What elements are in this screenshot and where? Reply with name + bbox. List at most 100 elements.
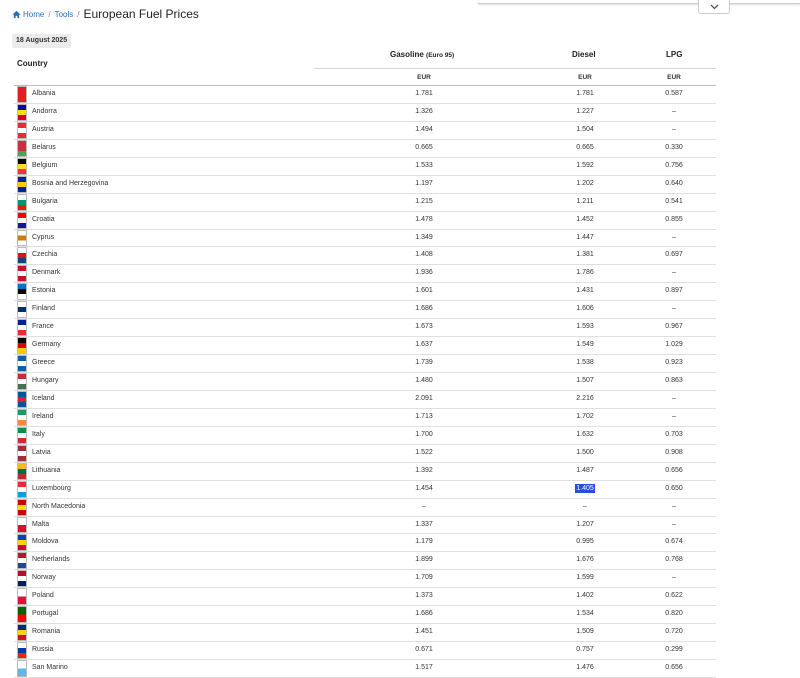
diesel-price-value: 1.431 [576,287,594,295]
country-name: Belgium [32,161,58,169]
lpg-price-cell: – [644,122,704,139]
diesel-price-value: 1.504 [576,125,594,133]
lpg-price-value: 0.923 [665,359,683,367]
diesel-price-value: 1.592 [576,161,594,169]
table-row: Czechia 1.408 1.381 0.697 [14,247,716,266]
czechia-flag-icon [17,247,27,265]
gasoline-price-cell: 1.478 [394,212,454,229]
breadcrumb-home-link[interactable]: Home [23,10,44,19]
diesel-price-cell: 1.534 [555,606,615,623]
lpg-price-cell: 0.967 [644,319,704,336]
country-name: Denmark [32,269,61,277]
gasoline-price-cell: 1.686 [394,606,454,623]
germany-flag-icon [17,337,27,355]
gasoline-price-cell: 1.673 [394,319,454,336]
diesel-price-value: 1.676 [576,556,594,564]
gasoline-price-value: 1.781 [415,90,433,97]
lpg-price-value: 0.697 [665,251,683,259]
bosnia-flag-icon [17,175,27,193]
lpg-price-cell: 0.299 [644,642,704,659]
lpg-price-value: – [672,125,676,133]
gasoline-price-value: 0.671 [415,646,433,654]
lpg-price-value: – [672,574,676,582]
poland-flag-icon [17,588,27,606]
france-flag-icon [17,319,27,337]
country-name: Iceland [32,394,55,402]
diesel-price-value: 1.452 [576,215,594,223]
collapse-dropdown-button[interactable] [698,0,730,14]
diesel-price-cell: 1.592 [555,158,615,175]
diesel-price-cell: 1.549 [555,337,615,354]
lpg-price-cell: 0.656 [644,463,704,480]
country-name: Russia [32,646,54,654]
lpg-price-cell: – [644,570,704,587]
gasoline-price-cell: 1.601 [394,283,454,300]
table-row: Cyprus 1.349 1.447 – [14,229,716,248]
gasoline-price-value: 2.091 [415,394,433,402]
diesel-price-cell: 0.995 [555,534,615,551]
table-row: Andorra 1.326 1.227 – [14,103,716,122]
country-name: Czechia [32,251,58,259]
lpg-price-value: – [672,107,676,115]
croatia-flag-icon [17,211,27,229]
diesel-column-header: Diesel [572,50,596,59]
austria-flag-icon [17,121,27,139]
lpg-price-cell: – [644,265,704,282]
country-name: Ireland [32,412,54,420]
table-row: Belgium 1.533 1.592 0.756 [14,157,716,176]
gasoline-price-value: 1.533 [415,161,433,169]
table-row: Bulgaria 1.215 1.211 0.541 [14,193,716,212]
gasoline-price-value: 1.478 [415,215,433,223]
luxembourg-flag-icon [17,480,27,498]
lpg-price-value: 0.656 [665,664,683,671]
lpg-price-value: 0.756 [665,161,683,169]
table-row: Poland 1.373 1.402 0.622 [14,588,716,607]
diesel-price-value: 1.786 [576,269,594,277]
lpg-price-value: 0.768 [665,556,683,564]
gasoline-price-cell: 1.494 [394,122,454,139]
country-name: Bosnia and Herzegovina [32,179,109,187]
diesel-price-cell: 1.781 [555,86,615,103]
diesel-price-cell: 1.211 [555,194,615,211]
lpg-price-value: – [672,394,676,402]
breadcrumb-tools-link[interactable]: Tools [55,10,74,19]
country-name: Luxembourg [32,484,71,492]
table-row: Finland 1.686 1.606 – [14,301,716,320]
lpg-price-cell: – [644,499,704,516]
table-row: Luxembourg 1.454 1.405 0.650 [14,480,716,499]
lpg-price-cell: 0.650 [644,481,704,498]
north-macedonia-flag-icon [17,498,27,516]
breadcrumb-separator: / [48,9,51,19]
gasoline-price-value: 1.373 [415,592,433,600]
gasoline-price-value: 1.601 [415,287,433,295]
country-name: Poland [32,592,54,600]
country-name: Bulgaria [32,197,58,205]
table-row: North Macedonia – – – [14,498,716,517]
lpg-price-cell: 0.768 [644,552,704,569]
gasoline-price-cell: 1.686 [394,301,454,318]
diesel-price-value: 1.538 [576,359,594,367]
gasoline-column-header: Gasoline (Euro 95) [390,50,454,59]
gasoline-price-cell: 1.781 [394,86,454,103]
gasoline-price-value: 1.494 [415,125,433,133]
country-name: San Marino [32,664,68,671]
gasoline-price-cell: 1.480 [394,373,454,390]
lithuania-flag-icon [17,462,27,480]
table-row: Belarus 0.665 0.665 0.330 [14,139,716,158]
lpg-price-value: – [672,520,676,528]
portugal-flag-icon [17,606,27,624]
country-name: Portugal [32,610,59,618]
table-row: Austria 1.494 1.504 – [14,121,716,140]
diesel-price-value: 0.757 [576,646,594,654]
gasoline-price-cell: 1.533 [394,158,454,175]
gasoline-price-cell: 1.349 [394,230,454,247]
lpg-price-cell: 0.541 [644,194,704,211]
country-name: Hungary [32,377,59,384]
diesel-price-cell: – [555,499,615,516]
diesel-price-value: 1.549 [576,341,594,349]
lpg-price-value: 0.656 [665,466,683,474]
gasoline-price-cell: 1.936 [394,265,454,282]
country-name: Netherlands [32,556,70,564]
gasoline-price-cell: 1.451 [394,624,454,641]
greece-flag-icon [17,355,27,372]
